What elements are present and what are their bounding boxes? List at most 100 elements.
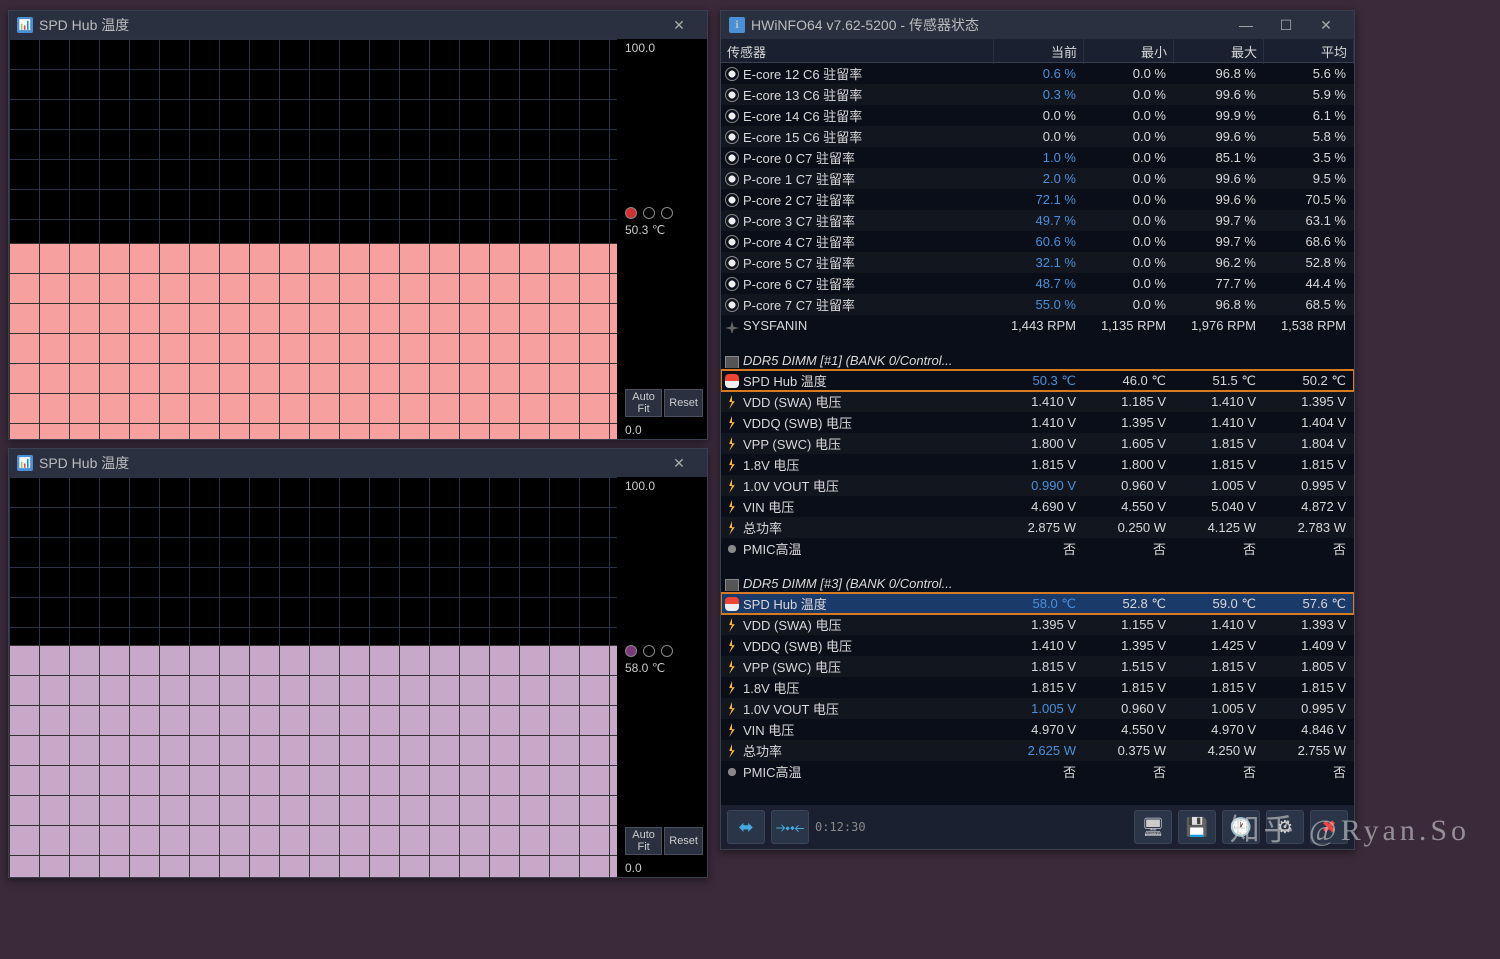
- sensor-row[interactable]: P-core 0 C7 驻留率 1.0 % 0.0 % 85.1 % 3.5 %: [721, 147, 1354, 168]
- clock-icon: [725, 88, 739, 102]
- val-max: 5.040 V: [1174, 499, 1264, 514]
- series-dot-active-1[interactable]: [625, 207, 637, 219]
- sensor-row[interactable]: 1.8V 电压 1.815 V 1.815 V 1.815 V 1.815 V: [721, 677, 1354, 698]
- val-min: 0.250 W: [1084, 520, 1174, 535]
- val-max: 99.6 %: [1174, 171, 1264, 186]
- close-button-2[interactable]: ✕: [659, 449, 699, 477]
- volt-icon: [725, 416, 739, 430]
- col-min[interactable]: 最小: [1084, 39, 1174, 64]
- sensor-row[interactable]: VDDQ (SWB) 电压 1.410 V 1.395 V 1.410 V 1.…: [721, 412, 1354, 433]
- volt-icon: [725, 395, 739, 409]
- dot-icon: [725, 765, 739, 779]
- val-avg: 57.6 ℃: [1264, 596, 1354, 612]
- autofit-button-1[interactable]: Auto Fit: [625, 389, 662, 417]
- clock-icon: [725, 298, 739, 312]
- sensor-label: P-core 7 C7 驻留率: [743, 298, 855, 313]
- sensor-row[interactable]: 1.0V VOUT 电压 0.990 V 0.960 V 1.005 V 0.9…: [721, 475, 1354, 496]
- group-header[interactable]: DDR5 DIMM [#3] (BANK 0/Control...: [721, 569, 1354, 593]
- col-current[interactable]: 当前: [994, 39, 1084, 64]
- val-avg: 4.846 V: [1264, 722, 1354, 737]
- val-max: 99.7 %: [1174, 234, 1264, 249]
- val-current: 4.690 V: [994, 499, 1084, 514]
- maximize-button[interactable]: ☐: [1266, 11, 1306, 39]
- sensor-row[interactable]: PMIC高温 否 否 否 否: [721, 761, 1354, 782]
- sensor-row[interactable]: VDD (SWA) 电压 1.395 V 1.155 V 1.410 V 1.3…: [721, 614, 1354, 635]
- titlebar-1[interactable]: 📊 SPD Hub 温度 ✕: [9, 11, 707, 39]
- val-min: 0.0 %: [1084, 255, 1174, 270]
- close-button-1[interactable]: ✕: [659, 11, 699, 39]
- pwr-icon: [725, 744, 739, 758]
- sensor-row[interactable]: P-core 5 C7 驻留率 32.1 % 0.0 % 96.2 % 52.8…: [721, 252, 1354, 273]
- sensor-row[interactable]: P-core 6 C7 驻留率 48.7 % 0.0 % 77.7 % 44.4…: [721, 273, 1354, 294]
- val-max: 1.815 V: [1174, 659, 1264, 674]
- sensor-row[interactable]: P-core 7 C7 驻留率 55.0 % 0.0 % 96.8 % 68.5…: [721, 294, 1354, 315]
- titlebar-hw[interactable]: ℹ HWiNFO64 v7.62-5200 - 传感器状态 — ☐ ✕: [721, 11, 1354, 39]
- sensor-label: PMIC高温: [743, 765, 802, 780]
- val-min: 0.375 W: [1084, 743, 1174, 758]
- monitor-icon[interactable]: 🖥: [1134, 810, 1172, 844]
- sensor-row[interactable]: P-core 2 C7 驻留率 72.1 % 0.0 % 99.6 % 70.5…: [721, 189, 1354, 210]
- close-toolbar-icon[interactable]: ✖: [1310, 810, 1348, 844]
- series-dot-1c[interactable]: [661, 207, 673, 219]
- val-avg: 1.393 V: [1264, 617, 1354, 632]
- volt-icon: [725, 437, 739, 451]
- sensor-table-body[interactable]: E-core 12 C6 驻留率 0.6 % 0.0 % 96.8 % 5.6 …: [721, 63, 1354, 805]
- minimize-button[interactable]: —: [1226, 11, 1266, 39]
- sensor-row[interactable]: VIN 电压 4.690 V 4.550 V 5.040 V 4.872 V: [721, 496, 1354, 517]
- expand-button[interactable]: ⬌: [727, 810, 765, 844]
- column-headers[interactable]: 传感器 当前 最小 最大 平均: [721, 39, 1354, 63]
- sensor-row[interactable]: PMIC高温 否 否 否 否: [721, 538, 1354, 559]
- sensor-row[interactable]: E-core 15 C6 驻留率 0.0 % 0.0 % 99.6 % 5.8 …: [721, 126, 1354, 147]
- sensor-row[interactable]: SPD Hub 温度 50.3 ℃ 46.0 ℃ 51.5 ℃ 50.2 ℃: [721, 370, 1354, 391]
- val-max: 否: [1174, 539, 1264, 558]
- series-dot-2c[interactable]: [661, 645, 673, 657]
- sensor-row[interactable]: E-core 12 C6 驻留率 0.6 % 0.0 % 96.8 % 5.6 …: [721, 63, 1354, 84]
- val-max: 1,976 RPM: [1174, 318, 1264, 333]
- reset-button-2[interactable]: Reset: [664, 827, 703, 855]
- sensor-row[interactable]: P-core 4 C7 驻留率 60.6 % 0.0 % 99.7 % 68.6…: [721, 231, 1354, 252]
- val-current: 0.0 %: [994, 108, 1084, 123]
- sensor-row[interactable]: VDD (SWA) 电压 1.410 V 1.185 V 1.410 V 1.3…: [721, 391, 1354, 412]
- graph-body-1: 100.0 50.3 ℃ Auto Fit Reset 0.0: [9, 39, 707, 439]
- val-avg: 3.5 %: [1264, 150, 1354, 165]
- volt-icon: [725, 702, 739, 716]
- sensor-row[interactable]: VDDQ (SWB) 电压 1.410 V 1.395 V 1.425 V 1.…: [721, 635, 1354, 656]
- val-max: 59.0 ℃: [1174, 596, 1264, 612]
- val-current: 32.1 %: [994, 255, 1084, 270]
- close-button-hw[interactable]: ✕: [1306, 11, 1346, 39]
- sensor-row[interactable]: P-core 1 C7 驻留率 2.0 % 0.0 % 99.6 % 9.5 %: [721, 168, 1354, 189]
- sensor-row[interactable]: 总功率 2.875 W 0.250 W 4.125 W 2.783 W: [721, 517, 1354, 538]
- sensor-label: 1.0V VOUT 电压: [743, 479, 839, 494]
- val-max: 96.8 %: [1174, 297, 1264, 312]
- collapse-button[interactable]: ⤞⤝: [771, 810, 809, 844]
- sensor-row[interactable]: VIN 电压 4.970 V 4.550 V 4.970 V 4.846 V: [721, 719, 1354, 740]
- sensor-row[interactable]: E-core 14 C6 驻留率 0.0 % 0.0 % 99.9 % 6.1 …: [721, 105, 1354, 126]
- val-max: 1.815 V: [1174, 436, 1264, 451]
- sensor-row[interactable]: 1.0V VOUT 电压 1.005 V 0.960 V 1.005 V 0.9…: [721, 698, 1354, 719]
- series-dot-1b[interactable]: [643, 207, 655, 219]
- titlebar-2[interactable]: 📊 SPD Hub 温度 ✕: [9, 449, 707, 477]
- reset-button-1[interactable]: Reset: [664, 389, 703, 417]
- save-icon[interactable]: 💾: [1178, 810, 1216, 844]
- sensor-row[interactable]: P-core 3 C7 驻留率 49.7 % 0.0 % 99.7 % 63.1…: [721, 210, 1354, 231]
- group-header[interactable]: DDR5 DIMM [#1] (BANK 0/Control...: [721, 346, 1354, 370]
- autofit-button-2[interactable]: Auto Fit: [625, 827, 662, 855]
- sensor-row[interactable]: 1.8V 电压 1.815 V 1.800 V 1.815 V 1.815 V: [721, 454, 1354, 475]
- series-dot-active-2[interactable]: [625, 645, 637, 657]
- graph-fill-1: [9, 243, 617, 439]
- sensor-row[interactable]: 总功率 2.625 W 0.375 W 4.250 W 2.755 W: [721, 740, 1354, 761]
- sensor-row[interactable]: SPD Hub 温度 58.0 ℃ 52.8 ℃ 59.0 ℃ 57.6 ℃: [721, 593, 1354, 614]
- sensor-row[interactable]: E-core 13 C6 驻留率 0.3 % 0.0 % 99.6 % 5.9 …: [721, 84, 1354, 105]
- sensor-row[interactable]: SYSFANIN 1,443 RPM 1,135 RPM 1,976 RPM 1…: [721, 315, 1354, 336]
- volt-icon: [725, 639, 739, 653]
- clock-icon[interactable]: 🕐: [1222, 810, 1260, 844]
- col-max[interactable]: 最大: [1174, 39, 1264, 64]
- sensor-row[interactable]: VPP (SWC) 电压 1.800 V 1.605 V 1.815 V 1.8…: [721, 433, 1354, 454]
- col-avg[interactable]: 平均: [1264, 39, 1354, 64]
- graph-fill-2: [9, 645, 617, 877]
- settings-icon[interactable]: ⚙: [1266, 810, 1304, 844]
- sensor-row[interactable]: VPP (SWC) 电压 1.815 V 1.515 V 1.815 V 1.8…: [721, 656, 1354, 677]
- col-sensor[interactable]: 传感器: [721, 39, 994, 64]
- series-dot-2b[interactable]: [643, 645, 655, 657]
- val-max: 99.9 %: [1174, 108, 1264, 123]
